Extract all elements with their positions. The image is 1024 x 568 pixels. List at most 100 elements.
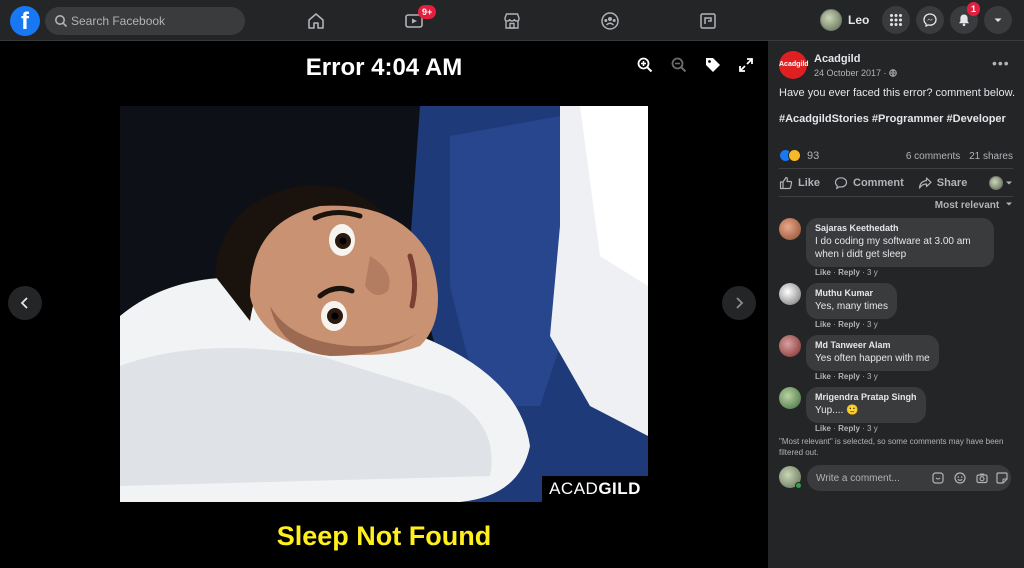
post-date[interactable]: 24 October 2017 · <box>814 68 897 78</box>
next-photo-button[interactable] <box>722 286 756 320</box>
gif-sticker-icon[interactable] <box>995 471 1009 485</box>
comment-reply-link[interactable]: Reply <box>838 424 860 433</box>
post-date-text: 24 October 2017 · <box>814 68 887 78</box>
comment-bubble: Md Tanweer Alam Yes often happen with me <box>806 335 939 371</box>
write-comment-input[interactable] <box>816 465 926 491</box>
comment-like-link[interactable]: Like <box>815 424 831 433</box>
commenter-name[interactable]: Md Tanweer Alam <box>815 340 930 350</box>
notifications-badge: 1 <box>967 2 981 16</box>
commenter-name[interactable]: Mrigendra Pratap Singh <box>815 392 917 402</box>
divider <box>779 168 1013 169</box>
caret-down-icon <box>994 18 1002 22</box>
comment-age[interactable]: 3 y <box>867 320 878 329</box>
comment-meta: Like · Reply · 3 y <box>815 320 878 329</box>
globe-icon <box>889 69 897 77</box>
comment-sort-dropdown[interactable]: Most relevant <box>935 200 1013 211</box>
commenter-avatar[interactable] <box>779 283 801 305</box>
zoom-in-icon[interactable] <box>636 56 654 74</box>
comment-text: Yup.... 🙂 <box>815 405 859 416</box>
comment-age[interactable]: 3 y <box>867 268 878 277</box>
post-options-icon[interactable]: ••• <box>992 55 1010 71</box>
comment-text: I do coding my software at 3.00 am when … <box>815 236 971 260</box>
previous-photo-button[interactable] <box>8 286 42 320</box>
filter-note: "Most relevant" is selected, so some com… <box>779 437 1004 457</box>
comment-label: Comment <box>853 177 904 189</box>
commenter-avatar[interactable] <box>779 218 801 240</box>
fullscreen-icon[interactable] <box>737 56 755 74</box>
photo-illustration <box>120 106 648 502</box>
post-details-panel: Acadgild Acadgild 24 October 2017 · ••• … <box>768 41 1024 568</box>
comment-text: Yes, many times <box>815 301 888 312</box>
user-avatar <box>820 9 842 31</box>
home-icon <box>308 13 324 29</box>
like-button[interactable]: Like <box>779 176 820 190</box>
marketplace-icon <box>504 13 520 29</box>
search-box[interactable] <box>45 7 245 35</box>
groups-nav-button[interactable] <box>597 8 623 34</box>
search-input[interactable] <box>71 7 239 35</box>
commenter-name[interactable]: Muthu Kumar <box>815 288 888 298</box>
comment-reply-link[interactable]: Reply <box>838 268 860 277</box>
bell-icon <box>959 14 969 27</box>
marketplace-nav-button[interactable] <box>499 8 525 34</box>
thumbs-up-icon <box>779 176 793 190</box>
groups-icon <box>601 12 619 30</box>
commenter-name[interactable]: Sajaras Keethedath <box>815 223 985 233</box>
chevron-left-icon <box>20 297 28 309</box>
home-nav-button[interactable] <box>303 8 329 34</box>
messenger-button[interactable] <box>916 6 944 34</box>
facebook-logo-icon[interactable]: f <box>10 6 40 36</box>
emoji-icon[interactable] <box>953 471 967 485</box>
account-menu-button[interactable] <box>984 6 1012 34</box>
search-icon <box>55 15 68 28</box>
comment-like-link[interactable]: Like <box>815 320 831 329</box>
post-photo[interactable]: ACADGILD <box>120 106 648 502</box>
profile-chip[interactable]: Leo <box>820 6 869 34</box>
post-author-link[interactable]: Acadgild <box>814 53 860 65</box>
react-as-selector[interactable] <box>989 176 1013 190</box>
shares-count-link[interactable]: 21 shares <box>969 151 1013 162</box>
page-avatar[interactable]: Acadgild <box>779 51 809 79</box>
zoom-out-icon[interactable] <box>670 56 688 74</box>
camera-icon[interactable] <box>975 471 989 485</box>
watermark-bold-text: GILD <box>598 479 641 498</box>
comment-like-link[interactable]: Like <box>815 268 831 277</box>
comment-button[interactable]: Comment <box>834 176 904 190</box>
post-hashtags[interactable]: #AcadgildStories #Programmer #Developer <box>779 113 1019 125</box>
write-comment-area <box>779 465 1015 491</box>
reaction-count: 93 <box>807 149 820 162</box>
commenter-avatar[interactable] <box>779 335 801 357</box>
commenter-avatar[interactable] <box>779 387 801 409</box>
write-comment-box[interactable] <box>807 465 1011 491</box>
watch-badge: 9+ <box>418 5 437 19</box>
grid-menu-icon <box>890 14 902 26</box>
post-stats: 6 comments 21 shares <box>900 151 1013 162</box>
comment-age[interactable]: 3 y <box>867 424 878 433</box>
comment-icon <box>834 177 848 190</box>
sticker-icon[interactable] <box>931 471 945 485</box>
comment-reply-link[interactable]: Reply <box>838 372 860 381</box>
post-actions-bar: Like Comment Share <box>779 174 1019 192</box>
comment-reply-link[interactable]: Reply <box>838 320 860 329</box>
comment-meta: Like · Reply · 3 y <box>815 424 878 433</box>
watermark-light-text: ACAD <box>549 479 599 498</box>
chevron-right-icon <box>736 297 744 309</box>
react-as-avatar <box>989 176 1003 190</box>
menu-button[interactable] <box>882 6 910 34</box>
share-icon <box>918 177 932 189</box>
tag-icon[interactable] <box>704 56 722 74</box>
comment-meta: Like · Reply · 3 y <box>815 268 878 277</box>
photo-viewer: Error 4:04 AM ACADGILD Sleep Not Found <box>0 41 768 568</box>
reactions-summary[interactable]: 93 <box>779 149 819 162</box>
gaming-icon <box>700 13 716 29</box>
comment-bubble: Mrigendra Pratap Singh Yup.... 🙂 <box>806 387 926 423</box>
comment-text: Yes often happen with me <box>815 353 930 364</box>
caret-down-icon <box>1006 202 1012 206</box>
share-button[interactable]: Share <box>918 176 967 190</box>
comments-count-link[interactable]: 6 comments <box>906 151 960 162</box>
gaming-nav-button[interactable] <box>695 8 721 34</box>
comment-like-link[interactable]: Like <box>815 372 831 381</box>
top-navigation-bar: f 9+ Leo 1 <box>0 0 1024 41</box>
photo-caption-text: Sleep Not Found <box>276 521 492 551</box>
comment-age[interactable]: 3 y <box>867 372 878 381</box>
